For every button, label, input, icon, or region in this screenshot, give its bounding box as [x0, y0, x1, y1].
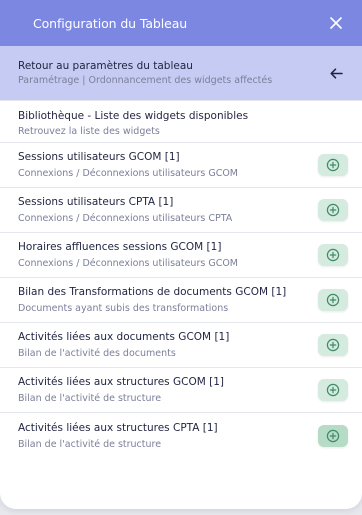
widget-title: Horaires affluences sessions GCOM [1] — [18, 241, 222, 253]
arrow-left-icon — [329, 67, 343, 79]
widget-subtitle: Bilan de l'activité de structure — [18, 438, 162, 450]
widget-title: Activités liées aux documents GCOM [1] — [18, 331, 230, 343]
panel-header: Configuration du Tableau — [0, 0, 362, 46]
back-to-settings-item[interactable]: Retour au paramètres du tableau Paramétr… — [0, 46, 362, 101]
close-icon — [330, 17, 342, 29]
close-button[interactable] — [326, 13, 346, 33]
widget-list-item: Sessions utilisateurs CPTA [1] Connexion… — [0, 188, 362, 233]
plus-circle-icon — [326, 383, 340, 397]
plus-circle-icon — [326, 338, 340, 352]
widget-subtitle: Bilan de l'activité de structure — [18, 393, 162, 404]
widget-title: Sessions utilisateurs CPTA [1] — [18, 196, 174, 208]
widget-list-item: Activités liées aux structures CPTA [1] … — [0, 413, 362, 458]
widget-subtitle: Bilan de l'activité des documents — [18, 348, 176, 359]
plus-circle-icon — [326, 248, 340, 262]
widget-title: Sessions utilisateurs GCOM [1] — [18, 151, 180, 163]
back-button[interactable] — [326, 63, 346, 83]
add-widget-button[interactable] — [318, 334, 348, 356]
widget-list-item: Activités liées aux documents GCOM [1] B… — [0, 323, 362, 368]
widget-config-panel: Configuration du Tableau Retour au param… — [0, 0, 362, 509]
add-widget-button[interactable] — [318, 154, 348, 176]
library-title: Bibliothèque - Liste des widgets disponi… — [18, 110, 249, 122]
panel-title: Configuration du Tableau — [33, 15, 188, 31]
back-subtitle: Paramétrage | Ordonnancement des widgets… — [18, 75, 273, 86]
add-widget-button[interactable] — [318, 289, 348, 311]
widget-title: Activités liées aux structures GCOM [1] — [18, 376, 224, 388]
widget-list-item: Bilan des Transformations de documents G… — [0, 278, 362, 323]
widget-list: Sessions utilisateurs GCOM [1] Connexion… — [0, 143, 362, 458]
widget-list-item: Activités liées aux structures GCOM [1] … — [0, 368, 362, 413]
library-header: Bibliothèque - Liste des widgets disponi… — [0, 101, 362, 143]
widget-title: Activités liées aux structures CPTA [1] — [18, 421, 218, 434]
add-widget-button[interactable] — [318, 424, 348, 447]
widget-subtitle: Connexions / Déconnexions utilisateurs G… — [18, 168, 238, 179]
widget-subtitle: Connexions / Déconnexions utilisateurs C… — [18, 213, 233, 224]
plus-circle-icon — [326, 429, 340, 442]
widget-subtitle: Connexions / Déconnexions utilisateurs G… — [18, 258, 238, 269]
add-widget-button[interactable] — [318, 244, 348, 266]
plus-circle-icon — [326, 293, 340, 307]
widget-title: Bilan des Transformations de documents G… — [18, 286, 287, 298]
add-widget-button[interactable] — [318, 199, 348, 221]
widget-list-item: Horaires affluences sessions GCOM [1] Co… — [0, 233, 362, 278]
plus-circle-icon — [326, 158, 340, 172]
library-subtitle: Retrouvez la liste des widgets — [18, 126, 160, 137]
add-widget-button[interactable] — [318, 379, 348, 401]
back-title: Retour au paramètres du tableau — [18, 60, 193, 72]
plus-circle-icon — [326, 203, 340, 217]
widget-list-item: Sessions utilisateurs GCOM [1] Connexion… — [0, 143, 362, 188]
widget-subtitle: Documents ayant subis des transformation… — [18, 303, 229, 314]
